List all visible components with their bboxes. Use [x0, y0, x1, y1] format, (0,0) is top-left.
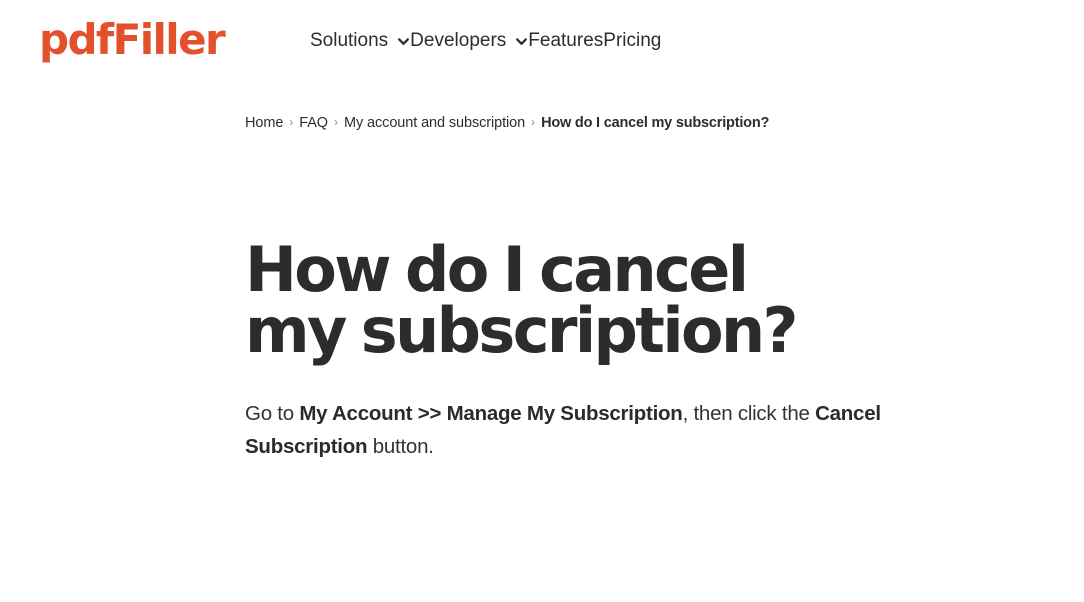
- breadcrumb-item-my-account-and-subscription[interactable]: My account and subscription: [344, 114, 525, 133]
- answer-paragraph: Go to My Account >> Manage My Subscripti…: [245, 362, 990, 463]
- nav-item-solutions[interactable]: Solutions: [310, 28, 410, 53]
- breadcrumb-separator-icon: ›: [531, 114, 536, 129]
- breadcrumb-item-home[interactable]: Home: [245, 114, 283, 133]
- chevron-down-icon: [397, 35, 410, 48]
- page-root: pdfFiller Solutions Developers Features …: [0, 0, 1084, 602]
- breadcrumb: Home › FAQ › My account and subscription…: [245, 114, 769, 133]
- nav-item-features[interactable]: Features: [528, 28, 603, 53]
- answer-text-part-3: button.: [367, 434, 434, 458]
- answer-text-part-2: , then click the: [682, 401, 816, 425]
- breadcrumb-item-faq[interactable]: FAQ: [299, 114, 328, 133]
- nav-item-developers[interactable]: Developers: [410, 28, 528, 53]
- page-title: How do I cancel my subscription?: [245, 233, 798, 367]
- answer-bold-my-account: My Account >> Manage My Subscription: [299, 401, 683, 425]
- nav-item-developers-label: Developers: [410, 30, 507, 51]
- pdffiller-logo[interactable]: pdfFiller: [39, 19, 226, 61]
- breadcrumb-separator-icon: ›: [334, 114, 338, 129]
- nav-item-pricing[interactable]: Pricing: [603, 28, 661, 53]
- site-header: pdfFiller Solutions Developers Features …: [0, 0, 1084, 90]
- main-navigation: Solutions Developers Features Pricing: [300, 28, 661, 53]
- nav-item-solutions-label: Solutions: [310, 30, 389, 51]
- answer-text-part-1: Go to: [245, 401, 300, 425]
- main-content: How do I cancel my subscription? Go to M…: [245, 233, 1005, 463]
- nav-item-features-label: Features: [528, 30, 604, 51]
- nav-item-pricing-label: Pricing: [603, 30, 662, 51]
- breadcrumb-item-current: How do I cancel my subscription?: [541, 115, 770, 131]
- chevron-down-icon: [515, 35, 528, 48]
- breadcrumb-separator-icon: ›: [289, 114, 294, 129]
